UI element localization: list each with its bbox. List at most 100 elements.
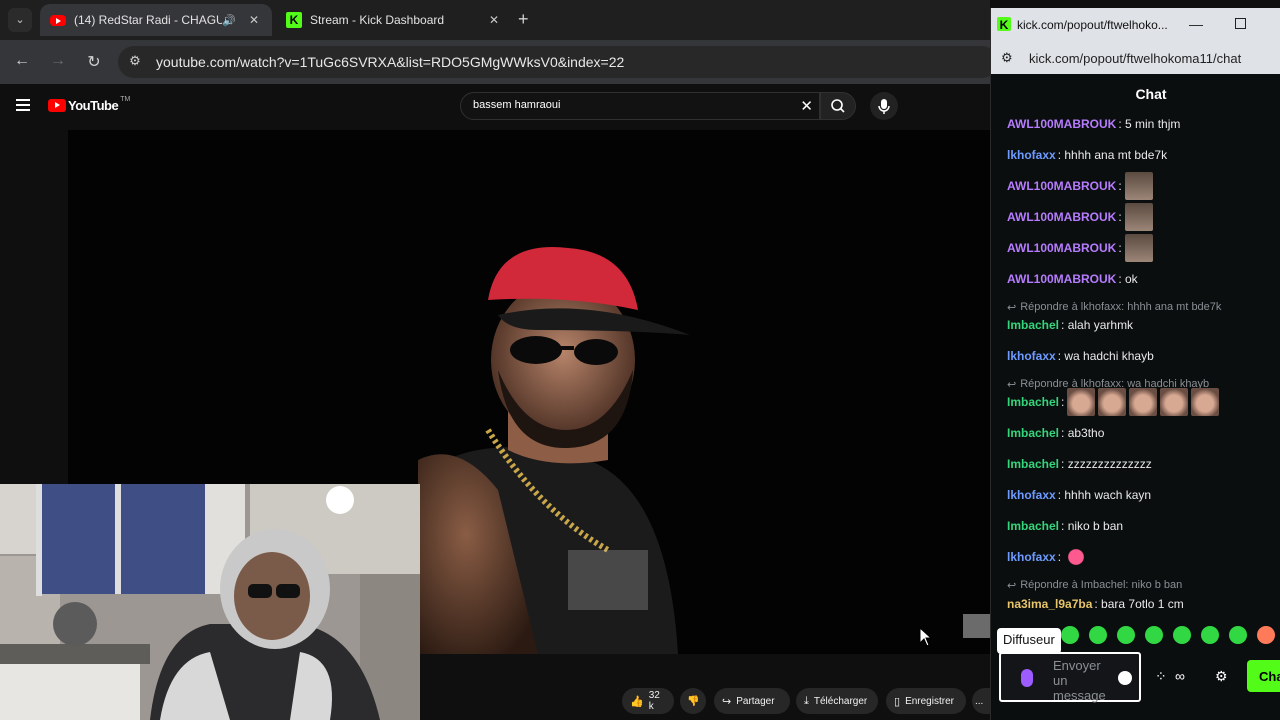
reload-icon[interactable]: ↻	[84, 52, 104, 72]
chat-username[interactable]: AWL100MABROUK	[1007, 179, 1116, 193]
youtube-header: YouTube TM bassem hamraoui ✕	[0, 84, 990, 130]
chat-username[interactable]: AWL100MABROUK	[1007, 210, 1116, 224]
site-info-icon[interactable]: ⚙	[1001, 50, 1013, 66]
infinity-icon[interactable]: ∞	[1175, 668, 1185, 684]
back-icon[interactable]: ←	[12, 52, 32, 70]
kick-chat-window: K kick.com/popout/ftwelhoko... — ⚙ kick.…	[990, 8, 1280, 720]
share-button[interactable]: ↪ Partager	[714, 688, 790, 714]
download-icon: ⤓	[804, 694, 809, 707]
search-query[interactable]: bassem hamraoui	[473, 99, 560, 111]
chat-text: : hhhh wach kayn	[1057, 488, 1152, 502]
like-button[interactable]: 👍 32 k	[622, 688, 674, 714]
chat-username[interactable]: AWL100MABROUK	[1007, 241, 1116, 255]
chat-input[interactable]: Envoyer un message	[999, 652, 1141, 703]
chat-emote-icon	[1124, 172, 1153, 200]
download-button[interactable]: ⤓ Télécharger	[796, 688, 878, 714]
maximize-icon[interactable]	[1235, 18, 1246, 29]
browser-tab-bar: ⌄ (14) RedStar Radi - CHAGU 🔊 ✕ K Stream…	[0, 0, 990, 40]
chat-text: :	[1061, 395, 1065, 409]
tab-kick-dashboard[interactable]: K Stream - Kick Dashboard ✕	[276, 4, 512, 36]
chat-username[interactable]: lkhofaxx	[1007, 349, 1056, 363]
chat-message: Imbachel: zzzzzzzzzzzzzz	[1007, 450, 1152, 478]
kick-address-bar[interactable]: ⚙ kick.com/popout/ftwelhokoma11/chat	[991, 42, 1280, 74]
chat-message: AWL100MABROUK:	[1007, 234, 1153, 262]
search-button[interactable]	[820, 92, 856, 120]
chat-message: lkhofaxx: hhhh wach kayn	[1007, 481, 1151, 509]
webcam-overlay	[0, 484, 420, 720]
chat-username[interactable]: lkhofaxx	[1007, 550, 1056, 564]
chat-message: Imbachel: ab3tho	[1007, 419, 1104, 447]
chat-title: Chat	[1135, 86, 1167, 102]
chat-username[interactable]: lkhofaxx	[1007, 148, 1056, 162]
chat-message: AWL100MABROUK: ok	[1007, 265, 1138, 293]
site-info-icon[interactable]: ⚙	[126, 53, 144, 71]
emote-icon[interactable]	[1145, 626, 1163, 644]
chat-send-button[interactable]: Chat	[1247, 660, 1280, 692]
mic-icon[interactable]	[1021, 669, 1033, 687]
clear-search-icon[interactable]: ✕	[800, 97, 813, 115]
emote-icon[interactable]	[1061, 626, 1079, 644]
chat-text: : zzzzzzzzzzzzzz	[1061, 457, 1152, 471]
address-bar[interactable]: ⚙ youtube.com/watch?v=1TuGc6SVRXA&list=R…	[118, 46, 998, 78]
more-actions-button[interactable]: ...	[972, 688, 990, 714]
browser-nav-bar: ← → ↻ ⚙ youtube.com/watch?v=1TuGc6SVRXA&…	[0, 40, 998, 84]
menu-icon[interactable]	[16, 99, 30, 114]
share-icon: ↪	[722, 695, 732, 708]
chat-message-list[interactable]: AWL100MABROUK: 5 min thjm lkhofaxx: hhhh …	[991, 110, 1280, 620]
chat-username[interactable]: AWL100MABROUK	[1007, 117, 1116, 131]
youtube-wordmark: YouTube	[68, 98, 119, 113]
url-text[interactable]: youtube.com/watch?v=1TuGc6SVRXA&list=RDO…	[156, 54, 624, 70]
new-tab-button[interactable]: +	[518, 9, 529, 30]
minimize-icon[interactable]: —	[1189, 16, 1203, 32]
miniplayer-thumbnail[interactable]	[963, 614, 990, 638]
speaker-icon[interactable]: 🔊	[222, 14, 236, 27]
emote-icon[interactable]	[1173, 626, 1191, 644]
voice-search-button[interactable]	[870, 92, 898, 120]
close-icon[interactable]: ✕	[486, 13, 502, 27]
save-label: Enregistrer	[905, 695, 954, 707]
emote-icon[interactable]	[1089, 626, 1107, 644]
points-icon[interactable]: ⁘	[1155, 668, 1167, 685]
chat-message: Imbachel: alah yarhmk	[1007, 311, 1133, 339]
tab-search-button[interactable]: ⌄	[8, 8, 32, 32]
youtube-logo[interactable]: YouTube TM	[48, 96, 130, 113]
chat-text: : 5 min thjm	[1118, 117, 1181, 131]
tooltip: Diffuseur	[997, 628, 1061, 654]
chat-username[interactable]: Imbachel	[1007, 318, 1059, 332]
bookmark-icon: ▯	[894, 695, 901, 708]
forward-icon[interactable]: →	[48, 52, 68, 70]
search-input[interactable]: bassem hamraoui ✕	[460, 92, 820, 120]
chat-message: AWL100MABROUK:	[1007, 203, 1153, 231]
tab-youtube[interactable]: (14) RedStar Radi - CHAGU 🔊 ✕	[40, 4, 272, 36]
chat-emote-icon	[1098, 388, 1127, 416]
tab-title: (14) RedStar Radi - CHAGU	[74, 13, 223, 27]
close-icon[interactable]: ✕	[246, 13, 262, 27]
emote-icon[interactable]	[1201, 626, 1219, 644]
emoji-icon[interactable]	[1118, 671, 1132, 685]
chat-text: : niko b ban	[1061, 519, 1124, 533]
chat-username[interactable]: Imbachel	[1007, 426, 1059, 440]
chat-message: AWL100MABROUK:	[1007, 172, 1153, 200]
chat-text: : wa hadchi khayb	[1057, 349, 1154, 363]
kick-icon: K	[997, 17, 1011, 32]
youtube-play-icon	[48, 99, 66, 112]
search-icon	[831, 99, 845, 113]
save-button[interactable]: ▯ Enregistrer	[886, 688, 966, 714]
emote-icon[interactable]	[1117, 626, 1135, 644]
gear-icon[interactable]: ⚙	[1215, 668, 1228, 685]
chat-username[interactable]: AWL100MABROUK	[1007, 272, 1116, 286]
chat-username[interactable]: Imbachel	[1007, 519, 1059, 533]
emote-icon[interactable]	[1229, 626, 1247, 644]
chat-username[interactable]: na3ima_l9a7ba	[1007, 597, 1092, 611]
chat-message: na3ima_l9a7ba: bara 7otlo 1 cm	[1007, 590, 1184, 618]
tab-title: Stream - Kick Dashboard	[310, 13, 445, 27]
dislike-button[interactable]: 👎	[680, 688, 706, 714]
chat-text: : ab3tho	[1061, 426, 1105, 440]
chat-username[interactable]: Imbachel	[1007, 457, 1059, 471]
chat-username[interactable]: Imbachel	[1007, 395, 1059, 409]
chat-message: lkhofaxx: wa hadchi khayb	[1007, 342, 1154, 370]
chat-emote-icon	[1067, 388, 1096, 416]
chat-username[interactable]: lkhofaxx	[1007, 488, 1056, 502]
emote-icon[interactable]	[1257, 626, 1275, 644]
kick-window-titlebar: K kick.com/popout/ftwelhoko... —	[991, 8, 1280, 42]
